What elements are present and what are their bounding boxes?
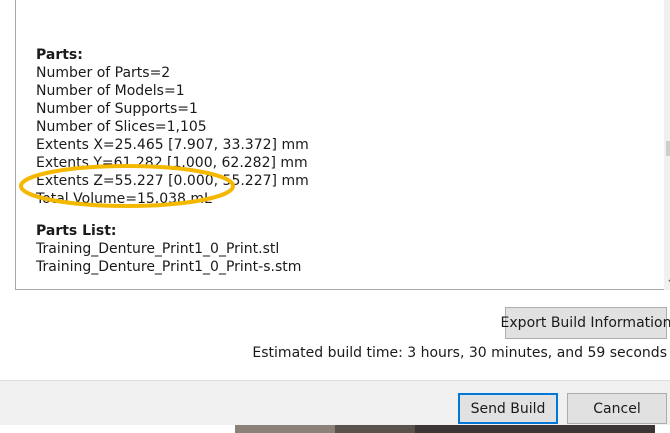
parts-list-heading: Parts List:	[36, 223, 117, 239]
parts-heading: Parts:	[36, 47, 83, 63]
build-dialog: Parts: Number of Parts=2 Number of Model…	[0, 0, 670, 380]
scroll-down-button[interactable]	[664, 274, 670, 290]
background-image-fragment	[335, 425, 415, 433]
scroll-thumb[interactable]	[666, 141, 670, 156]
number-of-models: Number of Models=1	[36, 83, 185, 99]
vertical-scrollbar[interactable]	[664, 0, 670, 290]
number-of-slices: Number of Slices=1,105	[36, 119, 207, 135]
cancel-button[interactable]: Cancel	[567, 393, 667, 424]
highlight-annotation	[19, 164, 235, 208]
background-image-fragment	[235, 425, 335, 433]
background-image-strip	[0, 425, 670, 433]
background-image-fragment	[415, 425, 655, 433]
send-build-button[interactable]: Send Build	[458, 393, 558, 424]
extents-x: Extents X=25.465 [7.907, 33.372] mm	[36, 137, 309, 153]
parts-list-item: Training_Denture_Print1_0_Print.stl	[36, 241, 280, 257]
export-build-information-button[interactable]: Export Build Information	[501, 307, 670, 339]
parts-list-item: Training_Denture_Print1_0_Print-s.stm	[36, 259, 302, 275]
estimated-build-time: Estimated build time: 3 hours, 30 minute…	[252, 345, 667, 361]
number-of-supports: Number of Supports=1	[36, 101, 198, 117]
number-of-parts: Number of Parts=2	[36, 65, 171, 81]
